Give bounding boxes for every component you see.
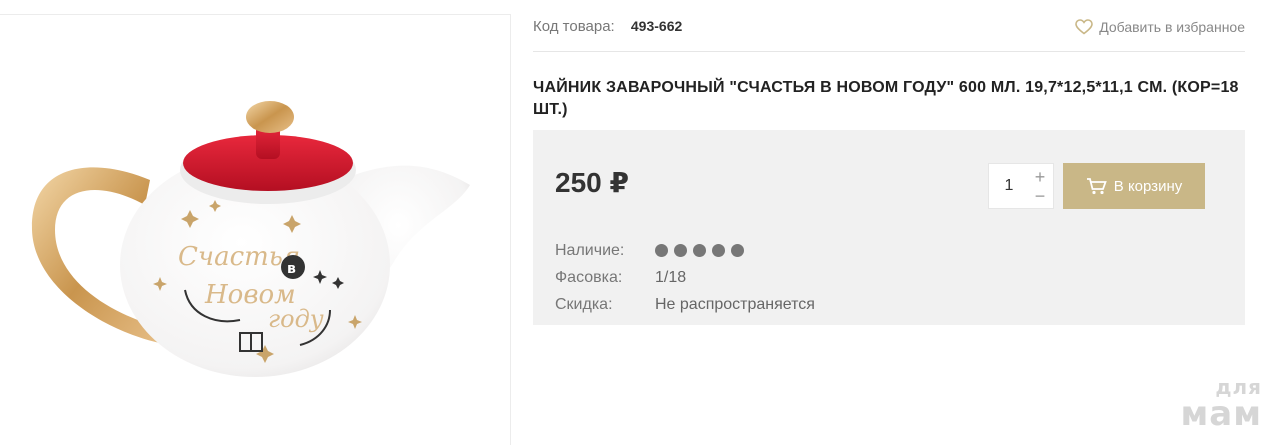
sku-value: 493-662 bbox=[630, 18, 683, 34]
packing-label: Фасовка: bbox=[555, 268, 623, 286]
availability-dot bbox=[731, 244, 744, 257]
quantity-plus-button[interactable]: + bbox=[1029, 167, 1051, 187]
availability-dot bbox=[655, 244, 668, 257]
product-title: ЧАЙНИК ЗАВАРОЧНЫЙ "СЧАСТЬЯ В НОВОМ ГОДУ"… bbox=[533, 79, 1239, 118]
availability-dot bbox=[712, 244, 725, 257]
discount-value: Не распространяется bbox=[655, 295, 815, 313]
availability-indicator bbox=[655, 244, 750, 257]
sku: Код товара: 493-662 bbox=[533, 18, 682, 35]
image-text-4: году bbox=[268, 305, 324, 333]
discount-label: Скидка: bbox=[555, 295, 613, 313]
quantity-input[interactable] bbox=[989, 164, 1029, 208]
availability-label: Наличие: bbox=[555, 241, 625, 259]
quantity-stepper: + − bbox=[988, 163, 1054, 209]
availability-row: Наличие: bbox=[555, 237, 815, 264]
product-image[interactable]: Счастья в Новом году bbox=[0, 14, 511, 445]
teapot-image: Счастья в Новом году bbox=[31, 101, 470, 377]
availability-dot bbox=[674, 244, 687, 257]
heart-outline-icon bbox=[1075, 18, 1094, 35]
add-to-favorites-link[interactable]: Добавить в избранное bbox=[1075, 19, 1245, 35]
favorites-label: Добавить в избранное bbox=[1099, 18, 1245, 35]
packing-row: Фасовка: 1/18 bbox=[555, 264, 815, 291]
product-info: Код товара: 493-662 Добавить в избранное… bbox=[533, 0, 1245, 325]
buy-box: 250 ₽ + − В корзину Наличие: bbox=[533, 130, 1245, 325]
product-topline: Код товара: 493-662 Добавить в избранное bbox=[533, 0, 1245, 52]
watermark-logo: для мам bbox=[1180, 377, 1262, 431]
image-text-2: в bbox=[287, 261, 296, 277]
sku-label: Код товара: bbox=[533, 18, 615, 35]
product-properties: Наличие: Фасовка: 1/18 Скидка: Не распро… bbox=[555, 237, 815, 318]
quantity-minus-button[interactable]: − bbox=[1029, 186, 1051, 206]
discount-row: Скидка: Не распространяется bbox=[555, 291, 815, 318]
cart-button-label: В корзину bbox=[1113, 177, 1183, 195]
add-to-cart-button[interactable]: В корзину bbox=[1063, 163, 1205, 209]
packing-value: 1/18 bbox=[655, 268, 687, 286]
availability-dot bbox=[693, 244, 706, 257]
cart-icon bbox=[1086, 178, 1107, 195]
price: 250 ₽ bbox=[555, 167, 629, 198]
product-page: Счастья в Новом году Код товара: 493-662 bbox=[0, 0, 1280, 445]
watermark-bottom: мам bbox=[1180, 394, 1262, 434]
